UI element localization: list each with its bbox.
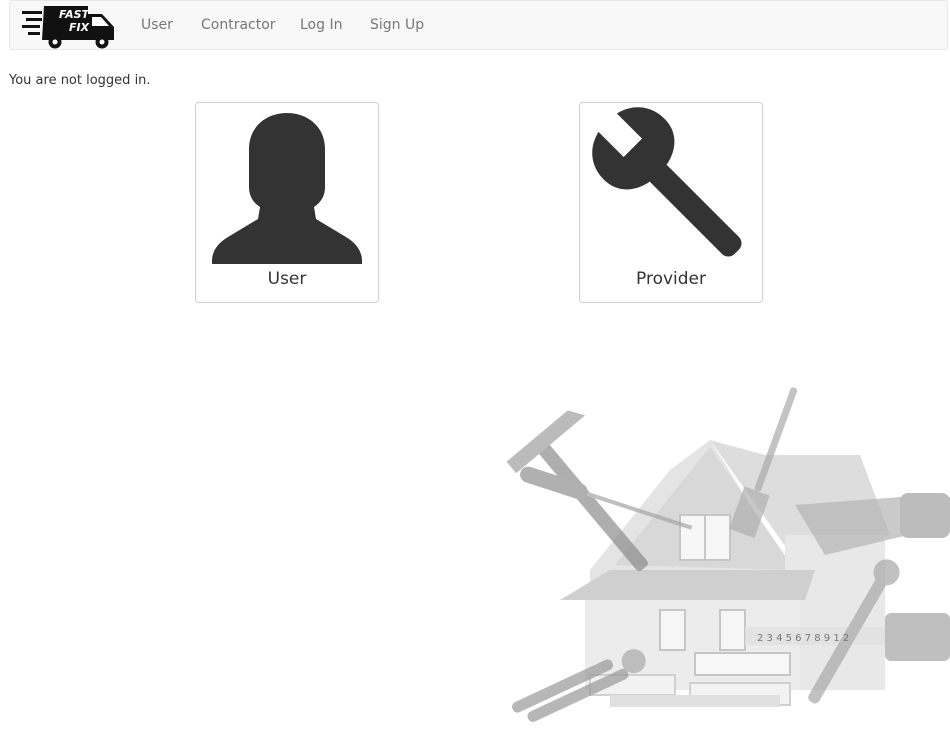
user-card-label: User [267,269,307,289]
login-status-text: You are not logged in. [9,73,151,88]
provider-card-label: Provider [636,269,706,289]
logo-text-fast: FAST [59,8,91,21]
logo-text-fix: FIX [69,21,90,34]
nav-link-contractor[interactable]: Contractor [201,17,276,33]
navbar: FAST FIX User Contractor Log In Sign Up [9,0,948,50]
truck-icon: FAST FIX [22,6,114,49]
user-silhouette-icon [212,113,362,264]
house-tools-illustration: 2 3 4 5 6 7 8 9 1 2 [506,387,950,722]
provider-card[interactable]: Provider [579,102,763,303]
nav-link-login[interactable]: Log In [300,17,342,33]
nav-link-user[interactable]: User [141,17,173,33]
wrench-icon [592,107,742,257]
user-card[interactable]: User [195,102,379,303]
nav-link-signup[interactable]: Sign Up [370,17,424,33]
tape-measure-digits: 2 3 4 5 6 7 8 9 1 2 [757,633,849,644]
brand-logo[interactable]: FAST FIX [22,3,116,51]
